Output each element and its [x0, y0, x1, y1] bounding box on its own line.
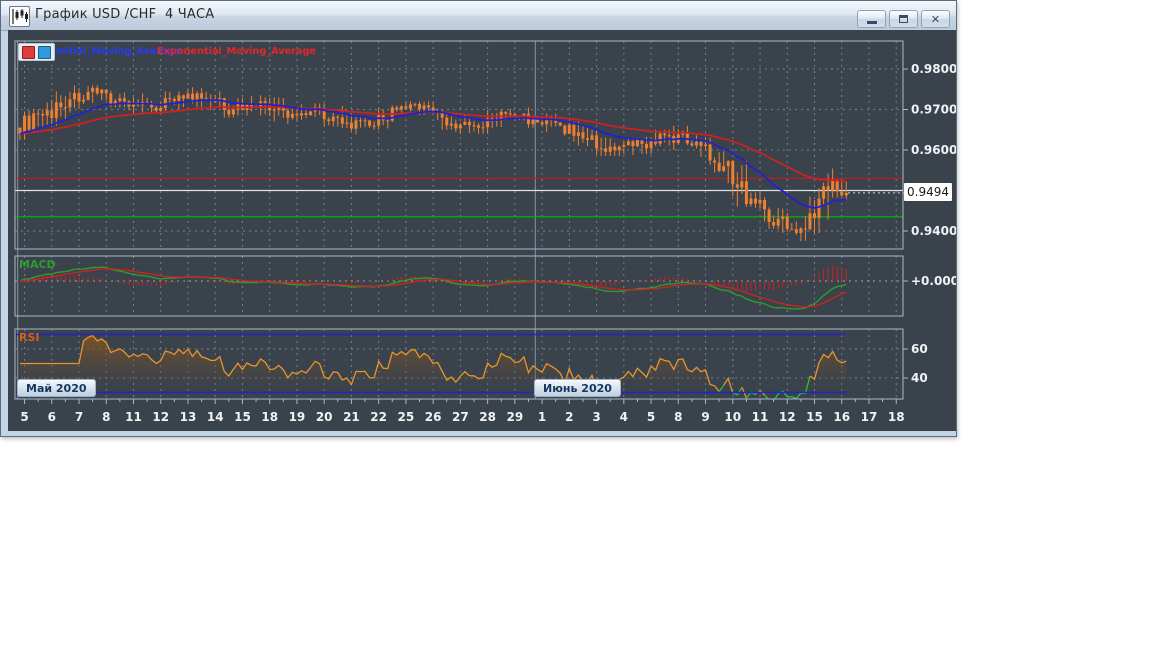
- blue-swatch-button[interactable]: [38, 46, 51, 59]
- svg-text:15: 15: [234, 410, 251, 424]
- svg-text:20: 20: [316, 410, 333, 424]
- svg-text:21: 21: [343, 410, 360, 424]
- time-axis[interactable]: 5678111213141518192021222526272829123458…: [20, 399, 904, 424]
- chart-window: График USD /CHF 4 ЧАСА ✕ MACDRSI0.98000.…: [0, 0, 957, 437]
- maximize-button[interactable]: [889, 10, 918, 28]
- svg-text:40: 40: [911, 371, 928, 385]
- svg-text:+0.000: +0.000: [911, 274, 956, 288]
- rsi-fill: [20, 336, 846, 402]
- ma-red-legend-label: Exponential_Moving_Average: [157, 46, 316, 57]
- chart-canvas[interactable]: MACD RSI 0.9800 0.9700 0.9600 0.9400 +0.000 60 4…: [8, 30, 956, 431]
- svg-text:22: 22: [370, 410, 387, 424]
- candlestick-chart-icon: [9, 6, 30, 27]
- svg-text:15: 15: [806, 410, 823, 424]
- svg-text:0.9800: 0.9800: [911, 62, 956, 76]
- red-swatch-button[interactable]: [22, 46, 35, 59]
- svg-text:1: 1: [538, 410, 546, 424]
- svg-text:5: 5: [20, 410, 28, 424]
- svg-text:29: 29: [507, 410, 524, 424]
- price-axis[interactable]: 0.9800 0.9700 0.9600 0.9400 +0.000 60 40: [903, 62, 956, 385]
- svg-text:5: 5: [647, 410, 655, 424]
- svg-text:12: 12: [779, 410, 796, 424]
- svg-text:2: 2: [565, 410, 573, 424]
- svg-text:4: 4: [620, 410, 628, 424]
- svg-text:7: 7: [75, 410, 83, 424]
- svg-text:11: 11: [125, 410, 142, 424]
- svg-text:13: 13: [180, 410, 197, 424]
- close-icon: ✕: [931, 14, 940, 25]
- svg-text:17: 17: [861, 410, 878, 424]
- month-label-may: Май 2020: [17, 379, 96, 397]
- svg-text:27: 27: [452, 410, 469, 424]
- svg-text:0.9600: 0.9600: [911, 143, 956, 157]
- svg-text:RSI: RSI: [19, 331, 40, 344]
- current-price-box: 0.9494: [904, 183, 952, 201]
- svg-text:25: 25: [398, 410, 415, 424]
- svg-text:18: 18: [888, 410, 905, 424]
- maximize-icon: [899, 15, 908, 23]
- indicator-swatch-box: [18, 43, 55, 61]
- svg-text:3: 3: [592, 410, 600, 424]
- svg-text:11: 11: [752, 410, 769, 424]
- svg-text:6: 6: [48, 410, 56, 424]
- svg-text:0.9700: 0.9700: [911, 103, 956, 117]
- svg-text:MACD: MACD: [19, 258, 56, 271]
- svg-text:16: 16: [833, 410, 850, 424]
- svg-text:8: 8: [102, 410, 110, 424]
- minimize-icon: [867, 21, 877, 24]
- indicator-labels: MACD RSI: [19, 258, 56, 344]
- titlebar[interactable]: График USD /CHF 4 ЧАСА ✕: [1, 1, 956, 31]
- svg-text:8: 8: [674, 410, 682, 424]
- svg-text:60: 60: [911, 342, 928, 356]
- svg-text:18: 18: [261, 410, 278, 424]
- close-button[interactable]: ✕: [921, 10, 950, 28]
- minimize-button[interactable]: [857, 10, 886, 28]
- svg-text:12: 12: [152, 410, 169, 424]
- window-title: График USD /CHF 4 ЧАСА: [35, 7, 214, 22]
- month-label-june: Июнь 2020: [534, 379, 621, 397]
- candles-series: [19, 85, 848, 241]
- chart-content[interactable]: MACD RSI 0.9800 0.9700 0.9600 0.9400 +0.000 60 4…: [8, 30, 956, 431]
- svg-text:10: 10: [724, 410, 741, 424]
- svg-text:28: 28: [479, 410, 496, 424]
- svg-text:9: 9: [701, 410, 709, 424]
- svg-text:0.9400: 0.9400: [911, 224, 956, 238]
- svg-text:19: 19: [289, 410, 306, 424]
- svg-text:14: 14: [207, 410, 224, 424]
- svg-text:26: 26: [425, 410, 442, 424]
